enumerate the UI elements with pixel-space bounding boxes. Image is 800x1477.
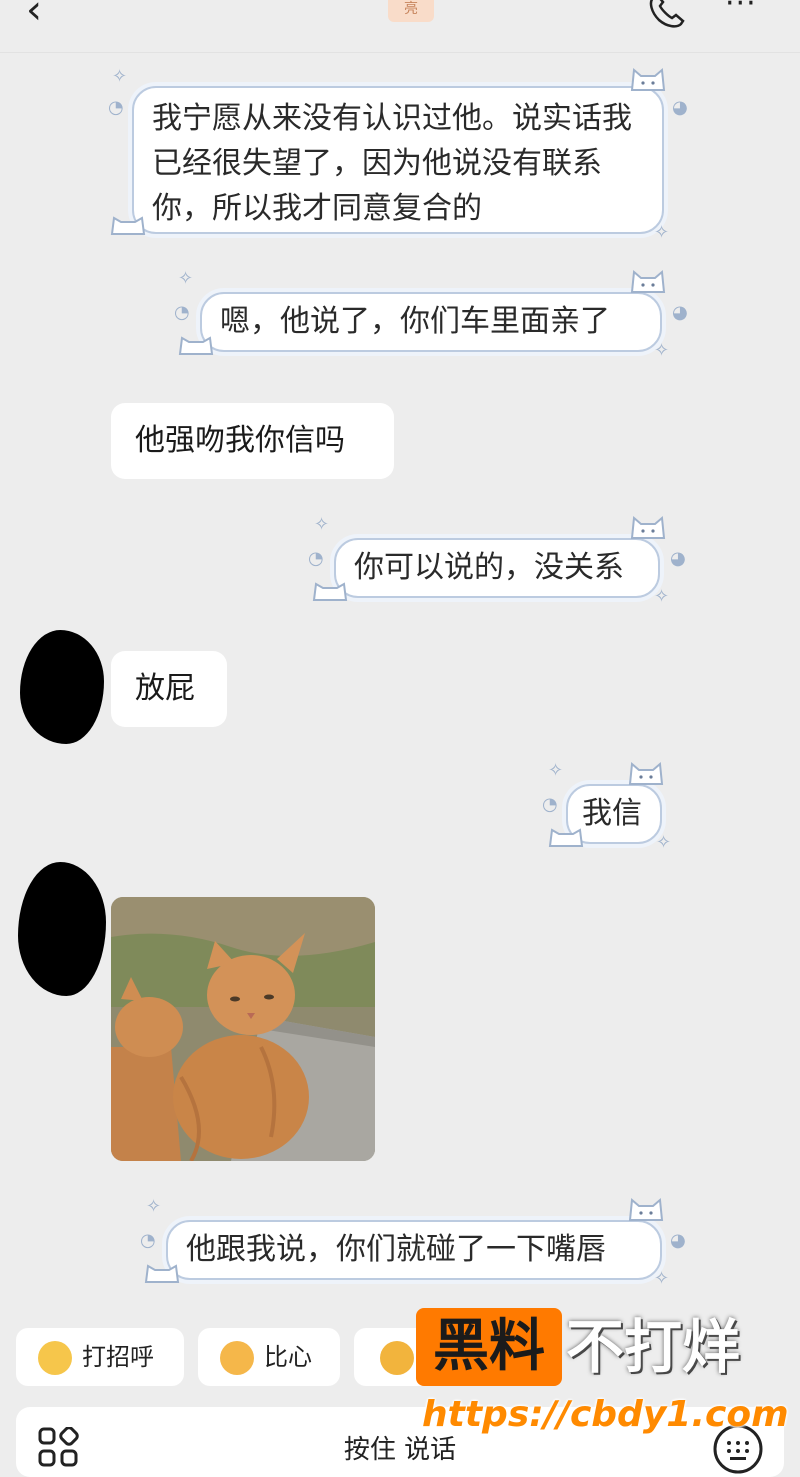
cat-deco-icon [144,1264,180,1283]
cat-deco-icon [548,828,584,847]
quick-reply-label: 打招呼 [82,1343,154,1371]
more-icon[interactable]: ··· [725,0,775,26]
leaf-deco-icon: ◕ [670,1230,686,1251]
avatar[interactable] [18,862,106,996]
message-text: 放屁 [135,671,195,706]
leaf-deco-icon: ◕ [670,548,686,569]
star-deco-icon: ✧ [654,222,670,243]
star-deco-icon: ✧ [314,514,330,535]
cat-deco-icon [628,761,664,785]
chat-title: 亮 [388,0,434,22]
message-bubble: 他强吻我你信吗 [111,403,394,479]
leaf-deco-icon: ◕ [672,302,688,323]
avatar[interactable] [20,630,104,744]
message-bubble: 放屁 [111,651,227,727]
cat-deco-icon [312,582,348,601]
star-deco-icon: ✧ [112,66,128,87]
message-text: 嗯，他说了，你们车里面亲了 [220,304,610,339]
message-text: 我信 [582,796,642,831]
watermark-brand-text: 不打烊 [566,1313,741,1381]
leaf-deco-icon: ◔ [140,1230,156,1251]
leaf-deco-icon: ◔ [308,548,324,569]
leaf-deco-icon: ◕ [672,97,688,118]
cat-deco-icon [178,336,214,355]
message-bubble: 你可以说的，没关系 [334,538,660,598]
phone-icon[interactable] [645,0,691,28]
cat-deco-icon [110,216,146,235]
watermark-url: https://cbdy1.com [422,1394,789,1435]
message-text: 他跟我说，你们就碰了一下嘴唇 [186,1232,606,1267]
watermark: 黑料 不打烊 https://cbdy1.com [416,1308,800,1458]
star-deco-icon: ✧ [654,1268,670,1289]
message-text: 你可以说的，没关系 [354,550,624,585]
cat-deco-icon [630,515,666,539]
star-deco-icon: ✧ [654,586,670,607]
cat-deco-icon [628,1197,664,1221]
message-text: 我宁愿从来没有认识过他。说实话我已经很失望了，因为他说没有联系你，所以我才同意复… [152,101,632,226]
cat-photo-image [111,897,375,1161]
thumbs-up-emoji-icon [380,1341,414,1375]
smile-emoji-icon [38,1341,72,1375]
heart-hands-emoji-icon [220,1341,254,1375]
cat-photo[interactable] [111,897,375,1161]
message-bubble: 他跟我说，你们就碰了一下嘴唇 [166,1220,662,1280]
leaf-deco-icon: ◔ [542,794,558,815]
watermark-brand-box: 黑料 [416,1308,562,1386]
star-deco-icon: ✧ [146,1196,162,1217]
message-bubble: 我宁愿从来没有认识过他。说实话我已经很失望了，因为他说没有联系你，所以我才同意复… [132,86,664,234]
leaf-deco-icon: ◔ [108,97,124,118]
star-deco-icon: ✧ [548,760,564,781]
quick-reply-label: 比心 [264,1343,312,1371]
star-deco-icon: ✧ [178,268,194,289]
cat-deco-icon [630,269,666,293]
star-deco-icon: ✧ [656,832,672,853]
message-text: 他强吻我你信吗 [135,423,345,458]
chevron-left-icon[interactable]: ‹ [26,0,70,38]
top-bar: ‹ 亮 ··· [0,0,800,53]
cat-deco-icon [630,67,666,91]
star-deco-icon: ✧ [654,340,670,361]
leaf-deco-icon: ◔ [174,302,190,323]
quick-reply-heart[interactable]: 比心 [198,1328,340,1386]
message-bubble: 嗯，他说了，你们车里面亲了 [200,292,662,352]
quick-reply-greet[interactable]: 打招呼 [16,1328,184,1386]
